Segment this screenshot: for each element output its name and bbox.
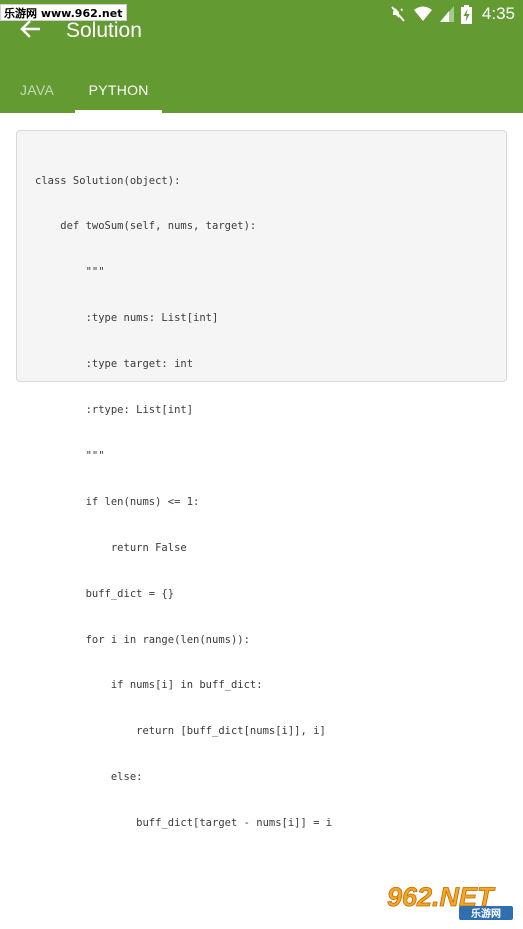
watermark-logo: 962.NET 乐游网 xyxy=(383,880,517,922)
code-line: for i in range(len(nums)): xyxy=(35,633,250,646)
code-line: else: xyxy=(35,771,143,784)
code-line: class Solution(object): xyxy=(35,174,181,187)
code-line: buff_dict = {} xyxy=(35,587,175,600)
code-line: return False xyxy=(35,541,187,554)
code-text: class Solution(object): def twoSum(self,… xyxy=(35,143,332,862)
code-line: def twoSum(self, nums, target): xyxy=(35,220,257,233)
code-line: if len(nums) <= 1: xyxy=(35,495,200,508)
page-title: Solution xyxy=(66,19,142,42)
code-line: if nums[i] in buff_dict: xyxy=(35,679,263,692)
tab-java[interactable]: JAVA xyxy=(0,66,75,113)
code-line: :rtype: List[int] xyxy=(35,404,194,417)
code-line: :type nums: List[int] xyxy=(35,312,219,325)
code-line: buff_dict[target - nums[i]] = i xyxy=(35,817,333,830)
app-bar: 4:35 乐游网 www.962.net Solution JAVA PYTHO… xyxy=(0,0,523,113)
tab-python[interactable]: PYTHON xyxy=(75,66,163,113)
status-clock: 4:35 xyxy=(481,4,515,23)
mute-icon xyxy=(389,5,407,23)
back-button[interactable] xyxy=(14,17,46,45)
wifi-icon xyxy=(413,5,433,23)
logo-subtext: 乐游网 xyxy=(471,907,501,920)
signal-icon xyxy=(439,5,455,23)
status-icons: 4:35 xyxy=(389,3,515,25)
code-line: :type target: int xyxy=(35,358,194,371)
code-line: """ xyxy=(35,266,105,279)
code-line: """ xyxy=(35,449,105,462)
code-block: class Solution(object): def twoSum(self,… xyxy=(16,130,507,829)
arrow-left-icon xyxy=(20,19,41,43)
battery-charging-icon xyxy=(460,4,472,24)
code-line: return [buff_dict[nums[i]], i] xyxy=(35,725,326,738)
tab-bar: JAVA PYTHON xyxy=(0,66,163,113)
